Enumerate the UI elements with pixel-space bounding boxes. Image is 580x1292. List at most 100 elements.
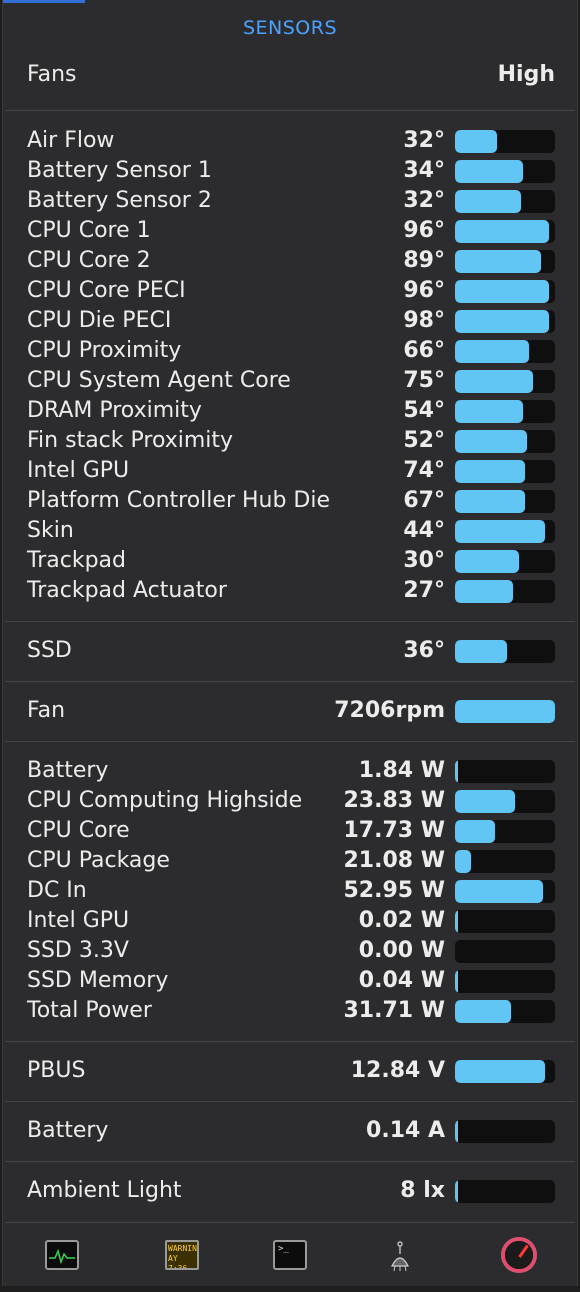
current-section: Battery 0.14 A bbox=[27, 1116, 555, 1146]
panel-title: SENSORS bbox=[242, 17, 338, 39]
sensor-row[interactable]: Air Flow 32° bbox=[27, 126, 555, 156]
sensor-level-bar bbox=[455, 400, 555, 423]
sensor-value: 44° bbox=[403, 518, 445, 543]
sensor-name: Platform Controller Hub Die bbox=[27, 488, 331, 513]
sensor-level-fill bbox=[455, 580, 513, 603]
sensor-row[interactable]: Battery 0.14 A bbox=[27, 1116, 555, 1146]
sensor-name: Air Flow bbox=[27, 128, 115, 153]
sensor-name: Fan bbox=[27, 698, 66, 723]
sensor-value: 74° bbox=[403, 458, 445, 483]
sensor-name: Battery Sensor 2 bbox=[27, 188, 212, 213]
sensor-name: CPU System Agent Core bbox=[27, 368, 291, 393]
sensor-value: 66° bbox=[403, 338, 445, 363]
sensor-row[interactable]: CPU Die PECI 98° bbox=[27, 306, 555, 336]
sensor-level-bar bbox=[455, 190, 555, 213]
sensor-level-bar bbox=[455, 130, 555, 153]
sensor-level-fill bbox=[455, 760, 458, 783]
sensor-row[interactable]: DRAM Proximity 54° bbox=[27, 396, 555, 426]
sensor-level-fill bbox=[455, 400, 523, 423]
sensors-panel: SENSORS Fans High Air Flow 32° Battery Sen… bbox=[2, 0, 578, 1286]
sensor-value: 52.95 W bbox=[343, 878, 445, 903]
sensor-value: 12.84 V bbox=[350, 1058, 445, 1083]
sensor-row[interactable]: CPU Core 17.73 W bbox=[27, 816, 555, 846]
sensor-row[interactable]: Ambient Light 8 lx bbox=[27, 1176, 555, 1206]
activity-monitor-icon[interactable] bbox=[45, 1240, 79, 1270]
sensor-level-bar bbox=[455, 520, 555, 543]
sensor-row[interactable]: CPU Core PECI 96° bbox=[27, 276, 555, 306]
divider bbox=[5, 621, 575, 622]
sensor-row[interactable]: Intel GPU 0.02 W bbox=[27, 906, 555, 936]
sensor-level-bar bbox=[455, 970, 555, 993]
divider bbox=[5, 1041, 575, 1042]
sensor-row[interactable]: Total Power 31.71 W bbox=[27, 996, 555, 1026]
sensor-row[interactable]: SSD 3.3V 0.00 W bbox=[27, 936, 555, 966]
sensor-level-bar bbox=[455, 550, 555, 573]
istat-menus-icon[interactable] bbox=[501, 1237, 537, 1273]
sensor-value: 21.08 W bbox=[343, 848, 445, 873]
sensor-level-fill bbox=[455, 700, 555, 723]
sensor-row[interactable]: CPU Computing Highside 23.83 W bbox=[27, 786, 555, 816]
sensor-value: 0.04 W bbox=[358, 968, 445, 993]
sensor-row[interactable]: SSD 36° bbox=[27, 636, 555, 666]
light-section: Ambient Light 8 lx bbox=[27, 1176, 555, 1206]
sensor-row[interactable]: CPU Proximity 66° bbox=[27, 336, 555, 366]
sensor-row[interactable]: Fan 7206rpm bbox=[27, 696, 555, 726]
sensor-level-fill bbox=[455, 340, 529, 363]
divider bbox=[5, 681, 575, 682]
terminal-icon[interactable]: >_ bbox=[273, 1240, 307, 1270]
sensor-name: PBUS bbox=[27, 1058, 86, 1083]
sensor-level-fill bbox=[455, 130, 497, 153]
sensor-row[interactable]: Battery Sensor 2 32° bbox=[27, 186, 555, 216]
sensor-value: 31.71 W bbox=[343, 998, 445, 1023]
sensor-row[interactable]: Fin stack Proximity 52° bbox=[27, 426, 555, 456]
cleaner-icon[interactable] bbox=[383, 1240, 417, 1272]
console-icon[interactable]: WARNIN AY 7:36 bbox=[165, 1240, 199, 1270]
sensor-name: Trackpad bbox=[27, 548, 126, 573]
sensor-level-bar bbox=[455, 580, 555, 603]
sensor-level-bar bbox=[455, 910, 555, 933]
sensor-row[interactable]: Battery Sensor 1 34° bbox=[27, 156, 555, 186]
sensor-value: 67° bbox=[403, 488, 445, 513]
sensor-value: 75° bbox=[403, 368, 445, 393]
sensor-value: 0.14 A bbox=[366, 1118, 445, 1143]
activity-graph-icon bbox=[49, 1248, 75, 1265]
power-section: Battery 1.84 W CPU Computing Highside 23.83… bbox=[27, 756, 555, 1026]
sensor-level-fill bbox=[455, 850, 471, 873]
sensor-row[interactable]: CPU Core 1 96° bbox=[27, 216, 555, 246]
sensor-value: 34° bbox=[403, 158, 445, 183]
sensor-row[interactable]: SSD Memory 0.04 W bbox=[27, 966, 555, 996]
app-launcher-bar: WARNIN AY 7:36 >_ bbox=[3, 1230, 577, 1286]
sensor-name: CPU Core 2 bbox=[27, 248, 151, 273]
sensor-row[interactable]: DC In 52.95 W bbox=[27, 876, 555, 906]
sensor-name: CPU Core 1 bbox=[27, 218, 151, 243]
sensor-row[interactable]: Platform Controller Hub Die 67° bbox=[27, 486, 555, 516]
sensor-value: 89° bbox=[403, 248, 445, 273]
sensor-name: CPU Proximity bbox=[27, 338, 182, 363]
sensor-name: CPU Computing Highside bbox=[27, 788, 303, 813]
broom-icon bbox=[391, 1241, 409, 1272]
fan-speed-section: Fan 7206rpm bbox=[27, 696, 555, 726]
sensor-name: CPU Package bbox=[27, 848, 170, 873]
sensor-level-fill bbox=[455, 460, 525, 483]
sensor-level-fill bbox=[455, 970, 458, 993]
sensor-value: 96° bbox=[403, 218, 445, 243]
sensor-row[interactable]: Battery 1.84 W bbox=[27, 756, 555, 786]
sensor-row[interactable]: CPU System Agent Core 75° bbox=[27, 366, 555, 396]
sensor-row[interactable]: Skin 44° bbox=[27, 516, 555, 546]
sensor-level-bar bbox=[455, 640, 555, 663]
sensor-level-bar bbox=[455, 1180, 555, 1203]
sensor-row[interactable]: PBUS 12.84 V bbox=[27, 1056, 555, 1086]
sensor-row[interactable]: Intel GPU 74° bbox=[27, 456, 555, 486]
sensor-level-fill bbox=[455, 220, 549, 243]
sensor-row[interactable]: CPU Core 2 89° bbox=[27, 246, 555, 276]
sensor-value: 7206rpm bbox=[334, 698, 445, 723]
divider bbox=[5, 741, 575, 742]
sensor-level-bar bbox=[455, 340, 555, 363]
sensor-row[interactable]: Trackpad 30° bbox=[27, 546, 555, 576]
sensor-level-fill bbox=[455, 640, 507, 663]
sensor-row[interactable]: Trackpad Actuator 27° bbox=[27, 576, 555, 606]
sensor-name: Ambient Light bbox=[27, 1178, 182, 1203]
ssd-section: SSD 36° bbox=[27, 636, 555, 666]
fans-mode-row[interactable]: Fans High bbox=[27, 62, 555, 94]
sensor-row[interactable]: CPU Package 21.08 W bbox=[27, 846, 555, 876]
